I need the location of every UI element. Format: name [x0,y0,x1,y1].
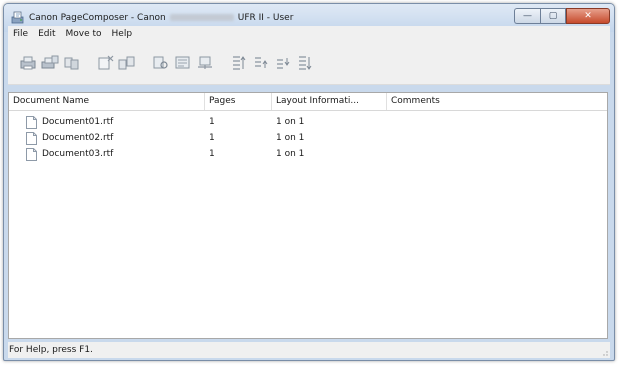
title-suffix: UFR II - User [237,13,294,23]
combine-icon [64,57,79,70]
list-header: Document Name Pages Layout Informati... … [9,93,607,111]
app-window: Canon PageComposer - Canon UFR II - User … [3,3,615,361]
print-layout-button[interactable] [196,55,214,71]
move-up-icon [255,57,268,68]
document-name: Document02.rtf [42,133,114,143]
minimize-icon: — [523,11,532,21]
move-down-button[interactable] [274,55,292,71]
document-pages: 1 [209,149,215,159]
resize-grip-icon[interactable] [600,348,608,356]
close-icon: ✕ [584,11,592,21]
window-controls: — ▢ ✕ [514,8,610,26]
delete-icon [98,55,114,70]
document-icon [26,116,37,129]
move-to-top-button[interactable] [230,55,248,71]
duplicate-icon [118,56,135,70]
duplicate-button[interactable] [118,55,136,71]
toolbar [8,42,610,85]
details-icon [175,56,190,69]
document-name: Document03.rtf [42,149,114,159]
maximize-icon: ▢ [548,11,558,21]
title-prefix: Canon PageComposer - Canon [29,13,166,23]
document-layout: 1 on 1 [276,133,305,143]
move-up-button[interactable] [252,55,270,71]
minimize-button[interactable]: — [514,8,540,24]
menu-bar: File Edit Move to Help [8,26,610,42]
menu-move-to[interactable]: Move to [61,29,107,39]
menu-help[interactable]: Help [107,29,138,39]
maximize-button[interactable]: ▢ [540,8,566,24]
document-layout: 1 on 1 [276,117,305,127]
document-pages: 1 [209,133,215,143]
table-row[interactable]: Document02.rtf 1 1 on 1 [9,130,607,146]
move-to-top-icon [233,56,246,70]
table-row[interactable]: Document03.rtf 1 1 on 1 [9,146,607,162]
table-row[interactable]: Document01.rtf 1 1 on 1 [9,114,607,130]
preview-button[interactable] [152,55,170,71]
redacted-printer-name [169,14,234,21]
details-button[interactable] [174,55,192,71]
status-bar: For Help, press F1. [8,342,610,358]
window-title: Canon PageComposer - Canon UFR II - User [29,13,293,23]
preview-icon [153,56,168,69]
close-button[interactable]: ✕ [566,8,610,24]
move-to-bottom-button[interactable] [296,55,314,71]
document-icon [26,132,37,145]
document-list[interactable]: Document Name Pages Layout Informati... … [8,92,608,339]
column-header-pages[interactable]: Pages [205,93,272,110]
print-button[interactable] [19,55,37,71]
app-icon [11,11,24,24]
document-name: Document01.rtf [42,117,114,127]
menu-edit[interactable]: Edit [33,29,60,39]
print-settings-button[interactable] [41,55,59,71]
column-header-layout-information[interactable]: Layout Informati... [272,93,387,110]
print-layout-icon [198,56,212,69]
move-down-icon [277,58,290,69]
status-text: For Help, press F1. [9,345,93,355]
document-layout: 1 on 1 [276,149,305,159]
column-header-document-name[interactable]: Document Name [9,93,205,110]
document-pages: 1 [209,117,215,127]
delete-button[interactable] [97,55,115,71]
move-to-bottom-icon [299,56,312,70]
menu-file[interactable]: File [8,29,33,39]
print-icon [20,56,36,70]
combine-button[interactable] [63,55,81,71]
print-settings-icon [41,55,59,69]
column-header-comments[interactable]: Comments [387,93,607,110]
document-icon [26,148,37,161]
